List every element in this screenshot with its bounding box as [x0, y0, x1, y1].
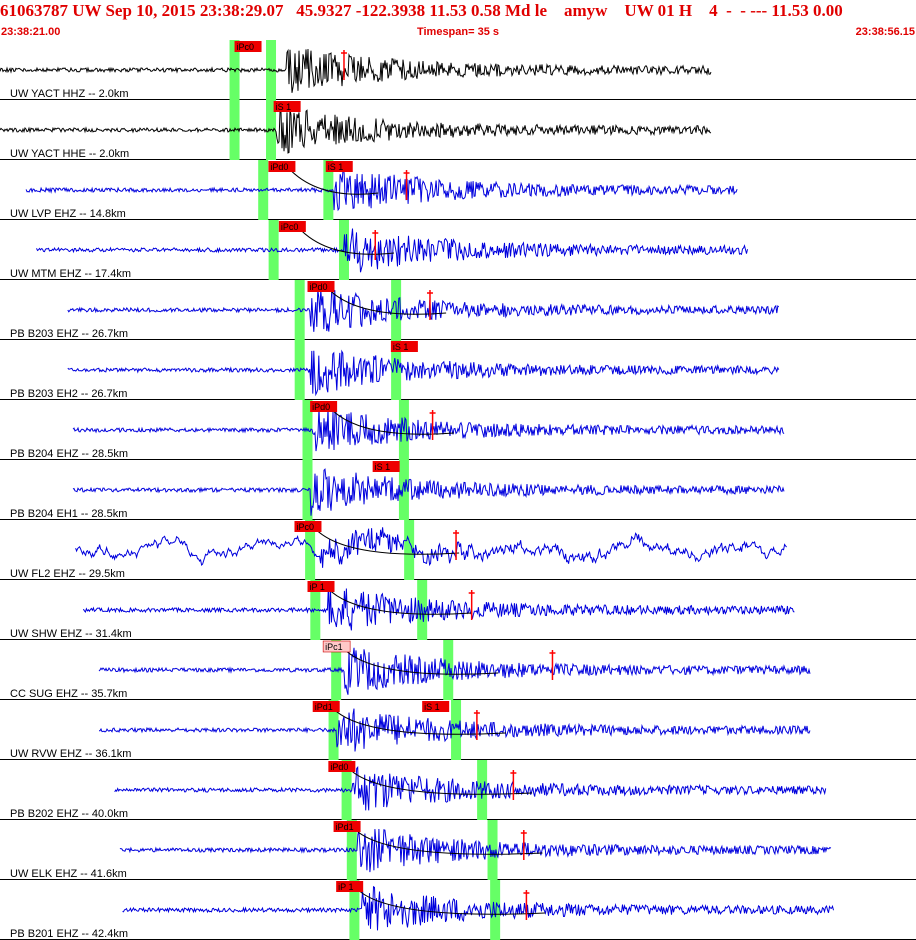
trace-row: iS 1 PB B203 EH2 -- 26.7km: [0, 340, 916, 400]
pick-label: iS 1: [424, 702, 440, 712]
pick-label: iPd0: [312, 402, 330, 412]
trace-row: iP 1 PB B201 EHZ -- 42.4km: [0, 880, 916, 940]
pick-label: iPd1: [336, 822, 354, 832]
station-label: PB B202 EHZ -- 40.0km: [10, 808, 128, 820]
pick-label: iP 1: [310, 582, 325, 592]
station-label: UW YACT HHE -- 2.0km: [10, 148, 129, 160]
waveform: [25, 168, 738, 212]
trace-row: iS 1 UW YACT HHE -- 2.0km: [0, 100, 916, 160]
seismogram-panel: iPc0 UW YACT HHZ -- 2.0km iS 1 UW YACT HHE …: [0, 40, 916, 940]
end-time: 23:38:56.15: [855, 26, 915, 38]
trace-row: iPd0 PB B204 EHZ -- 28.5km: [0, 400, 916, 460]
waveform: [122, 885, 834, 931]
station-label: CC SUG EHZ -- 35.7km: [10, 688, 127, 700]
station-label: UW YACT HHZ -- 2.0km: [10, 88, 129, 100]
pick-label: iS 1: [375, 462, 391, 472]
trace-row: iPc0 UW YACT HHZ -- 2.0km: [0, 40, 916, 100]
trace-row: iS 1 PB B204 EH1 -- 28.5km: [0, 460, 916, 520]
phase-curve: [348, 767, 533, 795]
station-label: PB B204 EHZ -- 28.5km: [10, 448, 128, 460]
waveform: [82, 585, 795, 631]
waveform: [98, 647, 811, 695]
pick-label: iPc0: [237, 42, 255, 52]
waveform: [36, 228, 748, 273]
pick-label: iS 1: [328, 162, 344, 172]
waveform: [75, 527, 787, 568]
waveform: [114, 766, 827, 811]
trace-row: iPc0 UW MTM EHZ -- 17.4km: [0, 220, 916, 280]
pick-label: iPc0: [296, 522, 314, 532]
pick-label: iPc0: [281, 222, 299, 232]
timespan: Timespan= 35 s: [416, 26, 500, 38]
trace-row: iP 1 UW SHW EHZ -- 31.4km: [0, 580, 916, 640]
station-label: UW SHW EHZ -- 31.4km: [10, 628, 132, 640]
pick-label: iPd0: [330, 762, 348, 772]
pick-window: [404, 520, 415, 580]
station-label: PB B203 EH2 -- 26.7km: [10, 388, 127, 400]
waveform: [72, 468, 785, 516]
pick-label: iPd1: [315, 702, 333, 712]
event-title: 61063787 UW Sep 10, 2015 23:38:29.07 45.…: [0, 1, 843, 20]
pick-label: iPd0: [270, 162, 288, 172]
pick-window: [490, 880, 501, 940]
pick-label: iS 1: [393, 342, 409, 352]
trace-row: iPd1 iS 1 UW RVW EHZ -- 36.1km: [0, 700, 916, 760]
pick-label: iS 1: [276, 102, 292, 112]
trace-row: iPd0 PB B202 EHZ -- 40.0km: [0, 760, 916, 820]
station-label: PB B204 EH1 -- 28.5km: [10, 508, 127, 520]
station-label: PB B203 EHZ -- 26.7km: [10, 328, 128, 340]
trace-row: iPd0 iS 1 UW LVP EHZ -- 14.8km: [0, 160, 916, 220]
waveform: [0, 108, 712, 154]
pick-label: iPc1: [325, 642, 343, 652]
station-label: UW ELK EHZ -- 41.6km: [10, 868, 127, 880]
trace-row: iPd1 UW ELK EHZ -- 41.6km: [0, 820, 916, 880]
station-label: UW MTM EHZ -- 17.4km: [10, 268, 131, 280]
pick-window: [451, 700, 462, 760]
station-label: UW FL2 EHZ -- 29.5km: [10, 568, 125, 580]
pick-label: iP 1: [338, 882, 353, 892]
station-label: UW RVW EHZ -- 36.1km: [10, 748, 131, 760]
station-label: PB B201 EHZ -- 42.4km: [10, 928, 128, 940]
trace-row: iPc1 CC SUG EHZ -- 35.7km: [0, 640, 916, 700]
waveform: [0, 48, 712, 93]
waveform: [119, 828, 832, 873]
waveform: [72, 407, 785, 452]
station-label: UW LVP EHZ -- 14.8km: [10, 208, 126, 220]
pick-label: iPd0: [310, 282, 328, 292]
trace-row: iPd0 PB B203 EHZ -- 26.7km: [0, 280, 916, 340]
waveform: [67, 287, 780, 332]
waveform: [67, 349, 780, 397]
trace-row: iPc0 UW FL2 EHZ -- 29.5km: [0, 520, 916, 580]
